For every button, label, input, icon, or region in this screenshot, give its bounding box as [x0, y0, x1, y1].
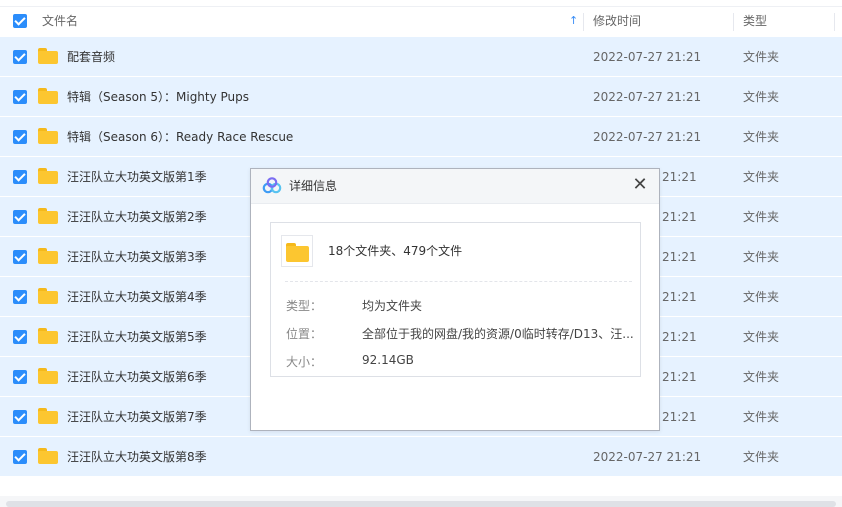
selection-summary: 18个文件夹、479个文件 — [328, 244, 463, 258]
file-type: 文件夹 — [743, 210, 780, 224]
modified-time: 21:21 — [662, 370, 697, 384]
row-checkbox[interactable] — [13, 210, 27, 224]
row-checkbox[interactable] — [13, 170, 27, 184]
file-name[interactable]: 配套音频 — [67, 37, 115, 77]
baidu-netdisk-logo-icon — [262, 177, 282, 194]
file-type: 文件夹 — [743, 50, 780, 64]
folder-icon — [38, 368, 58, 384]
horizontal-scrollbar-thumb[interactable] — [6, 501, 836, 507]
divider — [285, 281, 632, 282]
row-checkbox[interactable] — [13, 330, 27, 344]
modified-time: 2022-07-27 21:21 — [593, 450, 702, 464]
close-icon[interactable]: ✕ — [629, 174, 651, 196]
modified-time: 21:21 — [662, 330, 697, 344]
row-checkbox[interactable] — [13, 50, 27, 64]
file-name[interactable]: 特辑（Season 6）：Ready Race Rescue — [67, 117, 293, 157]
file-type: 文件夹 — [743, 130, 780, 144]
table-row[interactable]: 特辑（Season 5）：Mighty Pups 2022-07-27 21:2… — [0, 77, 842, 117]
location-value[interactable]: 全部位于我的网盘/我的资源/0临时转存/D13、汪... — [362, 325, 634, 342]
file-name[interactable]: 特辑（Season 5）：Mighty Pups — [67, 77, 249, 117]
column-header-name[interactable]: 文件名 — [42, 7, 78, 37]
folder-icon — [38, 88, 58, 104]
modified-time: 2022-07-27 21:21 — [593, 90, 702, 104]
column-header-type[interactable]: 类型 — [743, 7, 767, 37]
file-type: 文件夹 — [743, 330, 780, 344]
file-type: 文件夹 — [743, 410, 780, 424]
top-border — [0, 0, 842, 7]
type-label: 类型： — [286, 299, 323, 313]
file-name[interactable]: 汪汪队立大功英文版第7季 — [67, 397, 207, 437]
size-label: 大小： — [286, 355, 323, 369]
modified-time: 21:21 — [662, 290, 697, 304]
select-all-checkbox[interactable] — [13, 14, 27, 28]
modified-time: 21:21 — [662, 170, 697, 184]
type-value: 均为文件夹 — [362, 299, 423, 313]
folder-icon — [38, 448, 58, 464]
modified-time: 21:21 — [662, 250, 697, 264]
row-checkbox[interactable] — [13, 250, 27, 264]
file-type: 文件夹 — [743, 370, 780, 384]
row-checkbox[interactable] — [13, 130, 27, 144]
file-type: 文件夹 — [743, 250, 780, 264]
file-type: 文件夹 — [743, 170, 780, 184]
row-checkbox[interactable] — [13, 370, 27, 384]
table-row[interactable]: 配套音频 2022-07-27 21:21 文件夹 — [0, 37, 842, 77]
modified-time: 21:21 — [662, 210, 697, 224]
folder-icon — [38, 328, 58, 344]
folder-icon — [38, 288, 58, 304]
row-checkbox[interactable] — [13, 90, 27, 104]
file-name[interactable]: 汪汪队立大功英文版第1季 — [67, 157, 207, 197]
folder-icon — [38, 168, 58, 184]
column-divider[interactable] — [834, 13, 835, 31]
modified-time: 2022-07-27 21:21 — [593, 50, 702, 64]
file-type: 文件夹 — [743, 450, 780, 464]
folder-icon — [38, 248, 58, 264]
file-name[interactable]: 汪汪队立大功英文版第6季 — [67, 357, 207, 397]
table-row[interactable]: 汪汪队立大功英文版第8季 2022-07-27 21:21 文件夹 — [0, 437, 842, 477]
column-header-modified-time[interactable]: 修改时间 — [593, 7, 641, 37]
row-checkbox[interactable] — [13, 450, 27, 464]
folder-icon — [38, 128, 58, 144]
file-name[interactable]: 汪汪队立大功英文版第5季 — [67, 317, 207, 357]
modified-time: 21:21 — [662, 410, 697, 424]
row-checkbox[interactable] — [13, 290, 27, 304]
file-list-header: 文件名 ↑ 修改时间 类型 — [0, 7, 842, 38]
sort-ascending-icon[interactable]: ↑ — [569, 7, 578, 35]
file-name[interactable]: 汪汪队立大功英文版第3季 — [67, 237, 207, 277]
folder-icon — [281, 235, 313, 267]
folder-icon — [38, 48, 58, 64]
table-row[interactable]: 特辑（Season 6）：Ready Race Rescue 2022-07-2… — [0, 117, 842, 157]
file-type: 文件夹 — [743, 290, 780, 304]
file-name[interactable]: 汪汪队立大功英文版第8季 — [67, 437, 207, 477]
details-dialog: 详细信息 ✕ 18个文件夹、479个文件 类型： 均为文件夹 位置： 全部位于我… — [250, 168, 660, 431]
folder-icon — [38, 208, 58, 224]
file-name[interactable]: 汪汪队立大功英文版第2季 — [67, 197, 207, 237]
column-divider[interactable] — [733, 13, 734, 31]
dialog-header[interactable]: 详细信息 ✕ — [251, 169, 659, 204]
modified-time: 2022-07-27 21:21 — [593, 130, 702, 144]
location-label: 位置： — [286, 327, 323, 341]
file-name[interactable]: 汪汪队立大功英文版第4季 — [67, 277, 207, 317]
column-divider[interactable] — [583, 13, 584, 31]
dialog-title: 详细信息 — [289, 179, 338, 193]
size-value: 92.14GB — [362, 353, 414, 367]
folder-icon — [38, 408, 58, 424]
row-checkbox[interactable] — [13, 410, 27, 424]
details-card: 18个文件夹、479个文件 类型： 均为文件夹 位置： 全部位于我的网盘/我的资… — [270, 222, 641, 377]
file-type: 文件夹 — [743, 90, 780, 104]
